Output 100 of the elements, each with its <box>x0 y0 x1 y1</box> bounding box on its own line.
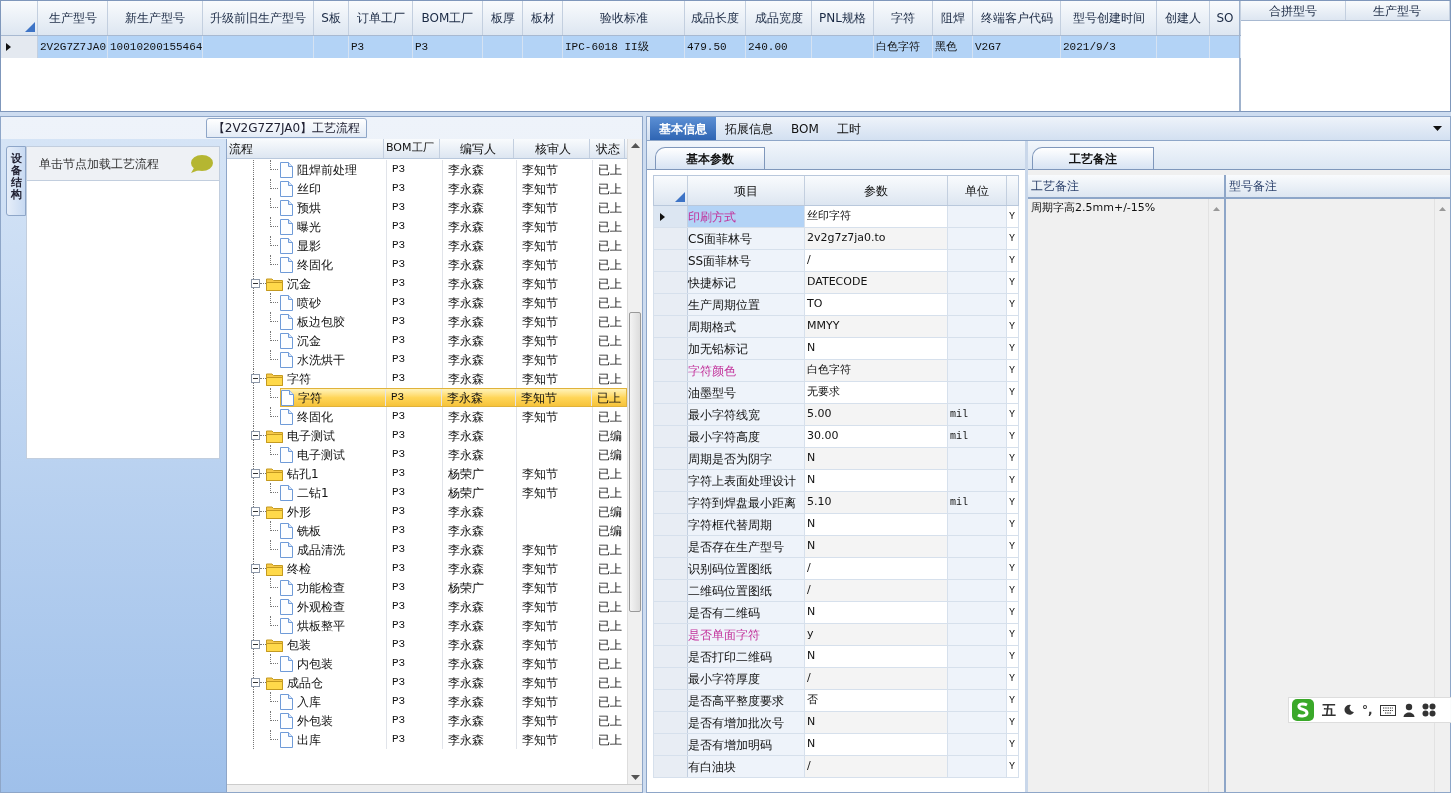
tab[interactable]: 工时 <box>827 117 870 140</box>
tree-row[interactable]: 沉金 P3 李永森 李知节 已上 <box>266 274 627 293</box>
column-header[interactable]: PNL规格 <box>812 1 874 35</box>
table-row[interactable]: 2V2G7Z7JA0 10010200155464 P3 P3 IPC-6018 II级 479.50 240.00 白色字符 黑色 V2G7 2021/9/3 <box>1 36 1239 58</box>
table-cell: N <box>805 514 948 535</box>
tree-row[interactable]: 钻孔1 P3 杨荣广 李知节 已上 <box>266 464 627 483</box>
column-header[interactable]: 项目 <box>688 176 805 205</box>
table-cell: 李永森 <box>442 502 516 521</box>
apps-icon[interactable] <box>1421 703 1436 717</box>
column-header[interactable]: 成品长度 <box>685 1 746 35</box>
table-cell: 字符颜色 <box>688 360 805 381</box>
tab[interactable]: 基本参数 <box>655 147 765 169</box>
person-icon[interactable] <box>1402 703 1415 717</box>
row-header[interactable] <box>654 206 688 227</box>
tree-row[interactable]: 内包装 P3 李永森 李知节 已上 <box>280 654 627 673</box>
tree-row[interactable]: 包装 P3 李永森 李知节 已上 <box>266 635 627 654</box>
tree-row[interactable]: 板边包胶 P3 李永森 李知节 已上 <box>280 312 627 331</box>
tree-row[interactable]: 丝印 P3 李永森 李知节 已上 <box>280 179 627 198</box>
vertical-tab[interactable]: 设备结构 <box>6 146 26 216</box>
column-header[interactable]: 成品宽度 <box>746 1 812 35</box>
row-indicator-icon <box>6 43 11 51</box>
tree-row[interactable]: 字符 P3 李永森 李知节 已上 <box>280 388 627 407</box>
column-header[interactable]: 终端客户代码 <box>973 1 1061 35</box>
tree-row[interactable]: 终固化 P3 李永森 李知节 已上 <box>280 255 627 274</box>
tree-row[interactable]: 成品仓 P3 李永森 李知节 已上 <box>266 673 627 692</box>
column-header[interactable]: 订单工厂 <box>349 1 413 35</box>
tree-row[interactable]: 外包装 P3 李永森 李知节 已上 <box>280 711 627 730</box>
column-header[interactable]: 核审人 <box>514 139 590 158</box>
tree-row[interactable]: 终固化 P3 李永森 李知节 已上 <box>280 407 627 426</box>
collapse-toggle[interactable] <box>251 431 260 440</box>
tree-row[interactable]: 水洗烘干 P3 李永森 李知节 已上 <box>280 350 627 369</box>
tree-row[interactable]: 入库 P3 李永森 李知节 已上 <box>280 692 627 711</box>
scroll-thumb[interactable] <box>629 311 641 612</box>
column-header[interactable]: BOM工厂 <box>413 1 483 35</box>
panel-title-tab[interactable]: 【2V2G7Z7JA0】工艺流程 <box>205 118 368 138</box>
tree-row[interactable]: 烘板整平 P3 李永森 李知节 已上 <box>280 616 627 635</box>
tree-row[interactable]: 二钻1 P3 杨荣广 李知节 已上 <box>280 483 627 502</box>
column-header[interactable]: 板材 <box>523 1 563 35</box>
column-header[interactable]: 编写人 <box>440 139 514 158</box>
tree-row[interactable]: 电子测试 P3 李永森 已编 <box>280 445 627 464</box>
process-name: 成品清洗 <box>297 541 345 559</box>
tree-row[interactable]: 喷砂 P3 李永森 李知节 已上 <box>280 293 627 312</box>
collapse-toggle[interactable] <box>251 279 260 288</box>
vertical-scrollbar[interactable] <box>627 139 642 784</box>
column-header[interactable]: 型号创建时间 <box>1061 1 1157 35</box>
tree-row[interactable]: 出库 P3 李永森 李知节 已上 <box>280 730 627 749</box>
keyboard-icon[interactable] <box>1379 704 1396 716</box>
column-header[interactable]: BOM工厂 <box>384 139 440 158</box>
collapse-toggle[interactable] <box>251 678 260 687</box>
column-header[interactable]: 升级前旧生产型号 <box>203 1 314 35</box>
column-header[interactable]: 生产型号 <box>38 1 108 35</box>
moon-icon[interactable] <box>1343 704 1355 716</box>
tree-row[interactable]: 成品清洗 P3 李永森 李知节 已上 <box>280 540 627 559</box>
tree-row[interactable]: 外观检查 P3 李永森 李知节 已上 <box>280 597 627 616</box>
horizontal-scrollbar[interactable] <box>227 784 642 792</box>
collapse-toggle[interactable] <box>251 374 260 383</box>
process-name: 阻焊前处理 <box>297 161 357 179</box>
collapse-toggle[interactable] <box>251 640 260 649</box>
collapse-toggle[interactable] <box>251 469 260 478</box>
column-header[interactable]: 参数 <box>805 176 948 205</box>
column-header[interactable]: 验收标准 <box>563 1 685 35</box>
column-header[interactable]: 阻焊 <box>933 1 973 35</box>
scroll-down-icon[interactable] <box>630 775 640 780</box>
tab[interactable]: 基本信息 <box>650 117 716 140</box>
tab[interactable]: 工艺备注 <box>1032 147 1154 169</box>
column-header[interactable]: 生产型号 <box>1345 1 1450 20</box>
tree-row[interactable]: 终检 P3 李永森 李知节 已上 <box>266 559 627 578</box>
tree-row[interactable]: 显影 P3 李永森 李知节 已上 <box>280 236 627 255</box>
tab[interactable]: BOM <box>782 117 828 140</box>
tree-row[interactable]: 阻焊前处理 P3 李永森 李知节 已上 <box>280 160 627 179</box>
column-header[interactable]: 状态 <box>590 139 625 158</box>
table-cell: 李知节 <box>516 483 592 502</box>
collapse-toggle[interactable] <box>251 564 260 573</box>
column-header[interactable]: 合拼型号 <box>1241 1 1346 20</box>
table-cell-text: Y <box>1008 518 1016 532</box>
table-cell: mil <box>948 492 1007 513</box>
ime-logo-icon[interactable] <box>1291 698 1315 722</box>
column-header[interactable]: 创建人 <box>1157 1 1210 35</box>
dropdown-caret-icon[interactable] <box>1433 126 1442 131</box>
tree-row[interactable]: 铣板 P3 李永森 已编 <box>280 521 627 540</box>
column-header[interactable]: S板 <box>314 1 349 35</box>
tree-row[interactable]: 沉金 P3 李永森 李知节 已上 <box>280 331 627 350</box>
punctuation-mode[interactable]: °, <box>1362 701 1373 719</box>
column-header[interactable]: 字符 <box>874 1 933 35</box>
column-header[interactable]: 单位 <box>948 176 1007 205</box>
process-name: 字符 <box>298 389 322 407</box>
tree-row[interactable]: 功能检查 P3 杨荣广 李知节 已上 <box>280 578 627 597</box>
tree-row[interactable]: 外形 P3 李永森 已编 <box>266 502 627 521</box>
tree-row[interactable]: 曝光 P3 李永森 李知节 已上 <box>280 217 627 236</box>
scroll-up-icon[interactable] <box>630 143 640 148</box>
table-cell: 李永森 <box>442 616 516 635</box>
column-header[interactable]: 流程 <box>227 139 384 158</box>
column-header[interactable]: 板厚 <box>483 1 523 35</box>
column-header[interactable]: 新生产型号 <box>108 1 203 35</box>
input-mode[interactable]: 五 <box>1322 699 1336 721</box>
table-cell: 周期是否为阴字 <box>688 448 805 469</box>
collapse-toggle[interactable] <box>251 507 260 516</box>
tab[interactable]: 拓展信息 <box>716 117 782 140</box>
tree-row[interactable]: 预烘 P3 李永森 李知节 已上 <box>280 198 627 217</box>
tree-row[interactable]: 电子测试 P3 李永森 已编 <box>266 426 627 445</box>
